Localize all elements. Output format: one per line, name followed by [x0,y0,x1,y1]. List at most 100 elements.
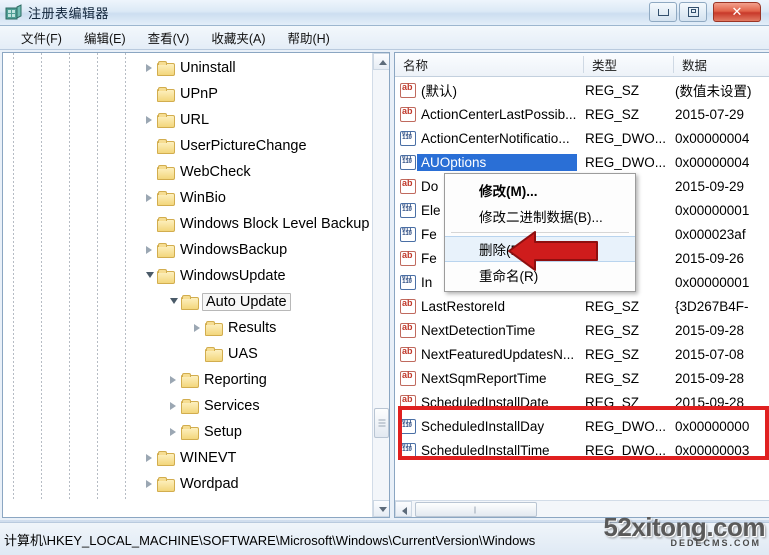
tree-node-services[interactable]: Services [169,393,262,419]
value-type: REG_SZ [585,322,640,338]
list-scroll-left-button[interactable] [395,501,412,517]
value-row[interactable]: NextSqmReportTime REG_SZ 2015-09-28 [395,366,769,390]
value-row[interactable]: 011 110 AUOptions REG_DWO... 0x00000004 [395,150,769,174]
maximize-button[interactable] [679,2,707,22]
tree-node-userpicturechange[interactable]: UserPictureChange [145,133,309,159]
list-scrollbar-thumb[interactable] [415,502,537,517]
tree-node-auto-update[interactable]: Auto Update [169,289,291,315]
tree-node-url[interactable]: URL [145,107,211,133]
menu-item-view[interactable]: 查看(V) [137,25,201,50]
value-type: REG_SZ [585,394,640,410]
tree-node-windows-block-level-backup[interactable]: Windows Block Level Backup [145,211,371,237]
tree-node-uas[interactable]: UAS [193,341,260,367]
expand-arrow-icon[interactable] [146,480,152,488]
value-data: {3D267B4F- [675,298,749,314]
string-value-icon [400,250,416,266]
context-menu-item-modify[interactable]: 修改(M)... [445,177,635,203]
folder-icon [181,425,199,440]
tree-node-winevt[interactable]: WINEVT [145,445,238,471]
expand-arrow-icon[interactable] [194,324,200,332]
value-row[interactable]: 011 110 ScheduledInstallDay REG_DWO... 0x000… [395,414,769,438]
value-row[interactable]: (默认) REG_SZ (数值未设置) [395,78,769,102]
tree-toggle[interactable] [145,263,157,289]
tree-vertical-scrollbar[interactable] [372,53,389,517]
string-value-icon [400,298,416,314]
close-button[interactable]: ✕ [713,2,761,22]
collapse-arrow-icon[interactable] [170,298,178,304]
tree-node-wordpad[interactable]: Wordpad [145,471,241,497]
value-row[interactable]: ScheduledInstallDate REG_SZ 2015-09-28 [395,390,769,414]
column-header-data[interactable]: 数据 [674,53,769,76]
tree-toggle[interactable] [145,445,157,471]
tree-node-label: WINEVT [180,450,237,466]
expand-arrow-icon[interactable] [146,454,152,462]
menu-item-edit[interactable]: 编辑(E) [73,25,137,50]
tree-toggle[interactable] [145,185,157,211]
tree-toggle[interactable] [169,393,181,419]
registry-editor-window: 注册表编辑器 ✕ 文件(F) 编辑(E) 查看(V) 收藏夹(A) 帮助(H) … [0,0,769,555]
tree-node-webcheck[interactable]: WebCheck [145,159,253,185]
tree-toggle[interactable] [169,289,181,315]
context-menu-item-modify-binary[interactable]: 修改二进制数据(B)... [445,203,635,229]
tree-guide-line [69,53,70,499]
value-row[interactable]: NextFeaturedUpdatesN... REG_SZ 2015-07-08 [395,342,769,366]
maximize-icon [687,7,699,17]
tree-toggle[interactable] [145,237,157,263]
menu-item-help[interactable]: 帮助(H) [276,25,340,50]
tree-toggle[interactable] [145,471,157,497]
chevron-left-icon [402,507,407,515]
tree-node-uninstall[interactable]: Uninstall [145,55,238,81]
menu-item-file[interactable]: 文件(F) [10,25,73,50]
column-header-name[interactable]: 名称 [395,53,583,76]
tree-scrollbar-thumb[interactable] [374,408,389,438]
expand-arrow-icon[interactable] [170,376,176,384]
value-name: NextFeaturedUpdatesN... [421,346,575,362]
tree-toggle[interactable] [193,315,205,341]
tree-node-winbio[interactable]: WinBio [145,185,228,211]
dword-value-icon: 011 110 [400,442,416,458]
expand-arrow-icon[interactable] [170,402,176,410]
value-type: REG_DWO... [585,442,667,458]
tree-node-windowsupdate[interactable]: WindowsUpdate [145,263,288,289]
value-row[interactable]: NextDetectionTime REG_SZ 2015-09-28 [395,318,769,342]
tree-scroll-up-button[interactable] [373,53,389,70]
tree-node-setup[interactable]: Setup [169,419,244,445]
string-value-icon [400,346,416,362]
registry-tree-panel[interactable]: Uninstall UPnP URL UserPictureChange WebChec… [2,52,390,518]
value-row[interactable]: 011 110 ActionCenterNotificatio... REG_DWO.… [395,126,769,150]
value-name: ActionCenterNotificatio... [421,130,570,146]
value-row[interactable]: LastRestoreId REG_SZ {3D267B4F- [395,294,769,318]
tree-toggle[interactable] [145,497,157,499]
tree-toggle[interactable] [145,55,157,81]
tree-node-label: Auto Update [202,293,291,311]
tree-toggle[interactable] [169,419,181,445]
registry-tree[interactable]: Uninstall UPnP URL UserPictureChange WebChec… [3,53,375,499]
menu-item-favorites[interactable]: 收藏夹(A) [200,25,276,50]
tree-node-wsman[interactable]: WSMAN [145,497,238,499]
tree-node-windowsbackup[interactable]: WindowsBackup [145,237,289,263]
minimize-button[interactable] [649,2,677,22]
expand-arrow-icon[interactable] [146,194,152,202]
expand-arrow-icon[interactable] [170,428,176,436]
tree-node-label: UserPictureChange [180,138,307,154]
tree-node-label: Wordpad [180,476,239,492]
value-row[interactable]: 011 110 ScheduledInstallTime REG_DWO... 0x00… [395,438,769,462]
value-row[interactable]: ActionCenterLastPossib... REG_SZ 2015-07-2… [395,102,769,126]
tree-toggle[interactable] [169,367,181,393]
value-type: REG_DWO... [585,130,667,146]
tree-node-label: Setup [204,424,242,440]
expand-arrow-icon[interactable] [146,64,152,72]
value-data: 0x00000004 [675,154,750,170]
dword-value-icon: 011 110 [400,202,416,218]
tree-guide-line [97,53,98,499]
tree-node-upnp[interactable]: UPnP [145,81,220,107]
tree-toggle[interactable] [145,107,157,133]
collapse-arrow-icon[interactable] [146,272,154,278]
expand-arrow-icon[interactable] [146,116,152,124]
tree-node-reporting[interactable]: Reporting [169,367,269,393]
tree-node-results[interactable]: Results [193,315,278,341]
value-type: REG_SZ [585,370,640,386]
expand-arrow-icon[interactable] [146,246,152,254]
tree-scroll-down-button[interactable] [373,500,389,517]
column-header-type[interactable]: 类型 [584,53,673,76]
